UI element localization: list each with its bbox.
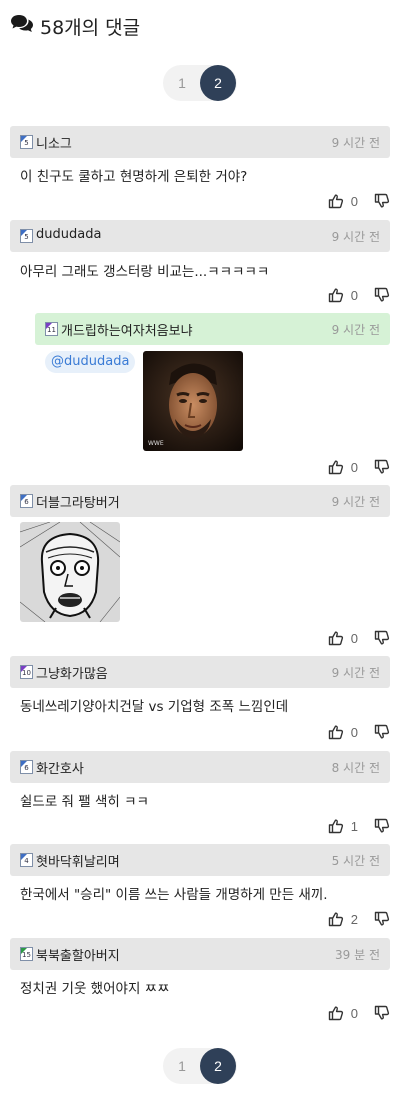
like-count: 2 — [350, 911, 358, 927]
comment-author[interactable]: 그냥화가많음 — [36, 663, 108, 682]
comments-count-title: 58개의 댓글 — [40, 16, 141, 39]
comment-text: 동네쓰레기양아치건달 vs 기업형 조폭 느낌인데 — [20, 699, 289, 715]
level-badge-icon: 6 — [20, 494, 33, 508]
comment-time: 39 분 전 — [335, 948, 380, 962]
level-badge-icon: 5 — [20, 135, 33, 149]
comment-text: 쉴드로 줘 팰 색히 ㅋㅋ — [20, 794, 149, 810]
comment-time: 9 시간 전 — [331, 136, 380, 150]
page-1-button[interactable]: 1 — [164, 1048, 200, 1084]
page-1-button[interactable]: 1 — [164, 65, 200, 101]
comment-text: 정치권 기웃 했어야지 ㅉㅉ — [20, 981, 170, 997]
level-badge-icon: 10 — [20, 665, 33, 679]
level-badge-icon: 5 — [20, 229, 33, 243]
thumbs-down-icon[interactable] — [374, 287, 390, 303]
mention-tag[interactable]: @dududada — [45, 351, 136, 373]
level-badge-icon: 6 — [20, 760, 33, 774]
thumbs-down-icon[interactable] — [374, 193, 390, 209]
comment-author[interactable]: dududada — [36, 227, 101, 242]
comment-time: 9 시간 전 — [331, 495, 380, 509]
thumbs-down-icon[interactable] — [374, 818, 390, 834]
comment-header: 5 dududada 9 시간 전 — [10, 220, 390, 252]
thumbs-up-icon[interactable] — [328, 818, 344, 834]
thumbs-up-icon[interactable] — [328, 1005, 344, 1021]
comment-text: 한국에서 "승리" 이름 쓰는 사람들 개명하게 만든 새끼. — [20, 887, 328, 903]
thumbs-down-icon[interactable] — [374, 459, 390, 475]
comment-author[interactable]: 화간호사 — [36, 758, 84, 777]
comment-author[interactable]: 혓바닥휘날리며 — [36, 851, 120, 870]
comment-header: 5 니소그 9 시간 전 — [10, 126, 390, 158]
like-count: 0 — [350, 1005, 358, 1021]
vote-controls: 1 — [328, 817, 390, 835]
comment-author[interactable]: 더블그라탕버거 — [36, 492, 120, 511]
comments-header: 58개의 댓글 — [10, 12, 140, 40]
pagination-bottom: 1 2 — [163, 1048, 237, 1084]
thumbs-down-icon[interactable] — [374, 724, 390, 740]
thumbs-up-icon[interactable] — [328, 287, 344, 303]
pagination-top: 1 2 — [163, 65, 237, 101]
comment-header: 6 화간호사 8 시간 전 — [10, 751, 390, 783]
comment-time: 8 시간 전 — [331, 761, 380, 775]
thumbs-down-icon[interactable] — [374, 1005, 390, 1021]
comment-time: 9 시간 전 — [331, 323, 380, 337]
thumbs-up-icon[interactable] — [328, 911, 344, 927]
page-2-button-current[interactable]: 2 — [200, 1048, 236, 1084]
comment-text: 아무리 그래도 갱스터랑 비교는...ㅋㅋㅋㅋㅋ — [20, 264, 270, 280]
vote-controls: 0 — [328, 286, 390, 304]
thumbs-down-icon[interactable] — [374, 630, 390, 646]
like-count: 0 — [350, 459, 358, 475]
comment-header: 10 그냥화가많음 9 시간 전 — [10, 656, 390, 688]
comment-header: 6 더블그라탕버거 9 시간 전 — [10, 485, 390, 517]
wrestler-face-photo[interactable]: WWE — [143, 351, 243, 451]
like-count: 1 — [350, 818, 358, 834]
like-count: 0 — [350, 287, 358, 303]
reply-header: 11 개드립하는여자처음보냐 9 시간 전 — [35, 313, 390, 345]
vote-controls: 0 — [328, 629, 390, 647]
level-badge-icon: 11 — [45, 322, 58, 336]
level-badge-icon: 15 — [20, 947, 33, 961]
comment-header: 4 혓바닥휘날리며 5 시간 전 — [10, 844, 390, 876]
comment-author[interactable]: 개드립하는여자처음보냐 — [61, 320, 193, 339]
comment-time: 9 시간 전 — [331, 230, 380, 244]
vote-controls: 0 — [328, 458, 390, 476]
vote-controls: 0 — [328, 192, 390, 210]
thumbs-up-icon[interactable] — [328, 724, 344, 740]
level-badge-icon: 4 — [20, 853, 33, 867]
comment-header: 15 북북출할아버지 39 분 전 — [10, 938, 390, 970]
vote-controls: 0 — [328, 723, 390, 741]
comments-icon — [10, 14, 34, 38]
thumbs-up-icon[interactable] — [328, 193, 344, 209]
thumbs-up-icon[interactable] — [328, 459, 344, 475]
comment-time: 5 시간 전 — [331, 854, 380, 868]
manga-shocked-face[interactable] — [20, 522, 120, 622]
like-count: 0 — [350, 193, 358, 209]
vote-controls: 0 — [328, 1004, 390, 1022]
page-2-button-current[interactable]: 2 — [200, 65, 236, 101]
like-count: 0 — [350, 630, 358, 646]
thumbs-down-icon[interactable] — [374, 911, 390, 927]
like-count: 0 — [350, 724, 358, 740]
comment-author[interactable]: 북북출할아버지 — [36, 945, 120, 964]
comment-time: 9 시간 전 — [331, 666, 380, 680]
vote-controls: 2 — [328, 910, 390, 928]
comment-author[interactable]: 니소그 — [36, 133, 72, 152]
comment-text: 이 친구도 쿨하고 현명하게 은퇴한 거야? — [20, 169, 248, 185]
thumbs-up-icon[interactable] — [328, 630, 344, 646]
svg-text:WWE: WWE — [148, 440, 164, 447]
